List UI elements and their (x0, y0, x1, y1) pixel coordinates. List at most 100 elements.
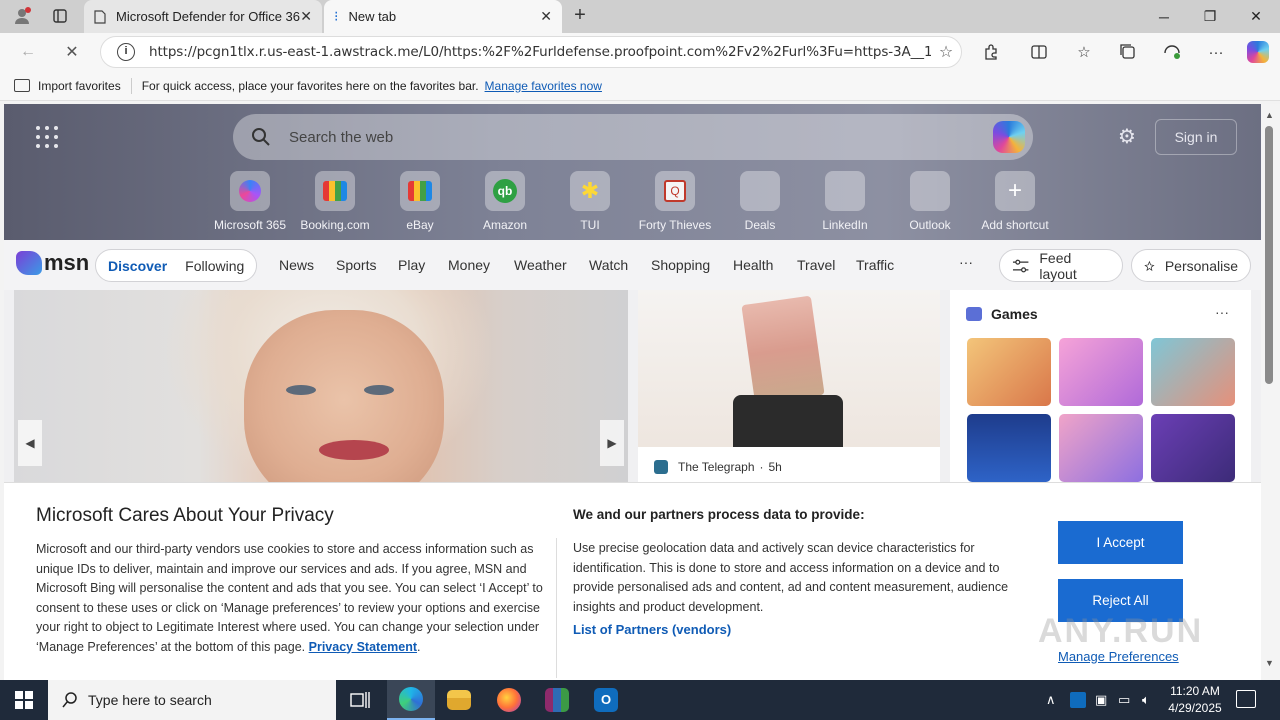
feed-layout-button[interactable]: Feed layout (999, 249, 1123, 282)
privacy-description: Microsoft and our third-party vendors us… (36, 542, 543, 654)
shortcut-label: LinkedIn (822, 218, 868, 232)
feed-layout-label: Feed layout (1039, 249, 1077, 282)
shortcut-forty-thieves[interactable]: Q Forty Thieves (635, 171, 715, 232)
game-tile[interactable] (1059, 338, 1143, 406)
winrar-icon[interactable] (533, 680, 581, 720)
collections-icon[interactable] (1115, 40, 1141, 64)
nav-play[interactable]: Play (398, 257, 425, 273)
split-screen-icon[interactable] (1026, 40, 1052, 64)
tab-new-tab[interactable]: ⁝ New tab ✕ (324, 0, 562, 33)
copilot-search-icon[interactable] (993, 121, 1025, 153)
partners-list-link[interactable]: List of Partners (vendors) (573, 622, 731, 637)
carousel-next-icon[interactable]: ▶ (600, 420, 624, 466)
manage-favorites-link[interactable]: Manage favorites now (485, 79, 602, 93)
privacy-statement-link[interactable]: Privacy Statement (309, 640, 417, 654)
more-menu-icon[interactable]: ··· (1203, 40, 1229, 64)
shortcut-linkedin[interactable]: LinkedIn (805, 171, 885, 232)
shortcut-tui[interactable]: ✱ TUI (550, 171, 630, 232)
news-source: The Telegraph · 5h (654, 460, 782, 474)
taskbar-search[interactable]: Type here to search (48, 680, 336, 720)
manage-preferences-link[interactable]: Manage Preferences (1058, 649, 1179, 664)
page-scrollbar[interactable]: ▲ ▼ (1261, 104, 1280, 680)
personalise-button[interactable]: Personalise (1131, 249, 1251, 282)
favorites-icon[interactable]: ☆ (1071, 40, 1097, 64)
system-clock[interactable]: 11:20 AM 4/29/2025 (1165, 683, 1225, 717)
nav-weather[interactable]: Weather (514, 257, 567, 273)
shortcut-amazon[interactable]: qb Amazon (465, 171, 545, 232)
close-tab-icon[interactable]: ✕ (540, 8, 552, 25)
shortcut-add[interactable]: + Add shortcut (975, 171, 1055, 232)
nav-traffic[interactable]: Traffic (856, 257, 894, 273)
web-search-box[interactable]: Search the web (233, 114, 1033, 160)
news-card[interactable]: The Telegraph · 5h (638, 290, 940, 490)
file-explorer-icon[interactable] (435, 680, 483, 720)
deals-icon (740, 171, 780, 211)
outlook-tray-icon[interactable] (1070, 680, 1086, 720)
edge-taskbar-icon[interactable] (387, 680, 435, 720)
show-hidden-icons[interactable]: ∧ (1046, 680, 1056, 720)
shortcut-booking[interactable]: Booking.com (295, 171, 375, 232)
nav-health[interactable]: Health (733, 257, 773, 273)
firefox-icon[interactable] (485, 680, 533, 720)
scrollbar-thumb[interactable] (1265, 126, 1273, 384)
nav-watch[interactable]: Watch (589, 257, 628, 273)
shortcut-deals[interactable]: Deals (720, 171, 800, 232)
scroll-up-icon[interactable]: ▲ (1265, 110, 1274, 120)
app-launcher-icon[interactable] (36, 126, 58, 148)
tab-defender[interactable]: Microsoft Defender for Office 365 ✕ (84, 0, 322, 33)
address-bar[interactable]: i https://pcgn1tlx.r.us-east-1.awstrack.… (100, 36, 962, 68)
start-button[interactable] (0, 680, 48, 720)
game-tile[interactable] (1059, 414, 1143, 482)
nav-news[interactable]: News (279, 257, 314, 273)
volume-icon[interactable]: 🔈︎ (1142, 680, 1150, 720)
notification-icon[interactable] (1236, 690, 1256, 708)
shortcut-outlook[interactable]: Outlook (890, 171, 970, 232)
top-story-card[interactable]: ◀ ▶ (14, 290, 628, 490)
network-icon[interactable]: ▭ (1118, 680, 1130, 720)
shortcut-label: eBay (406, 218, 434, 232)
minimize-button[interactable]: ─ (1141, 0, 1187, 33)
nav-travel[interactable]: Travel (797, 257, 835, 273)
tab-actions-icon[interactable] (47, 4, 73, 28)
page-icon (94, 9, 106, 24)
device-tray-icon[interactable]: ▣ (1095, 680, 1107, 720)
browser-essentials-icon[interactable] (1159, 40, 1185, 64)
favorite-star-icon[interactable]: ☆ (931, 42, 961, 62)
games-more-icon[interactable]: ··· (1215, 304, 1229, 320)
back-button[interactable]: ← (14, 39, 42, 65)
nav-sports[interactable]: Sports (336, 257, 376, 273)
profile-icon[interactable] (9, 4, 35, 28)
carousel-prev-icon[interactable]: ◀ (18, 420, 42, 466)
close-tab-icon[interactable]: ✕ (300, 8, 312, 25)
game-tile[interactable] (967, 338, 1051, 406)
game-tile[interactable] (1151, 414, 1235, 482)
game-tile[interactable] (967, 414, 1051, 482)
extensions-icon[interactable] (978, 40, 1004, 64)
accept-button[interactable]: I Accept (1058, 521, 1183, 564)
shortcut-label: Amazon (482, 218, 528, 232)
nav-shopping[interactable]: Shopping (651, 257, 710, 273)
site-info-icon[interactable]: i (117, 43, 135, 61)
task-view-icon[interactable] (336, 680, 384, 720)
stop-loading-button[interactable]: ✕ (58, 39, 86, 65)
msn-logo[interactable]: msn (16, 250, 89, 276)
scroll-down-icon[interactable]: ▼ (1265, 658, 1274, 668)
tab-title: Microsoft Defender for Office 365 (116, 9, 301, 24)
copilot-icon[interactable] (1245, 40, 1271, 64)
close-window-button[interactable]: ✕ (1233, 0, 1279, 33)
tab-discover[interactable]: Discover (108, 258, 167, 274)
games-header[interactable]: Games (966, 306, 1038, 322)
import-favorites-button[interactable]: Import favorites (14, 79, 121, 93)
outlook-taskbar-icon[interactable]: O (582, 680, 630, 720)
nav-money[interactable]: Money (448, 257, 490, 273)
sign-in-button[interactable]: Sign in (1155, 119, 1237, 155)
nav-more-icon[interactable]: ··· (959, 254, 973, 270)
games-icon (966, 307, 982, 321)
game-tile[interactable] (1151, 338, 1235, 406)
restore-button[interactable]: ❐ (1187, 0, 1233, 33)
tab-following[interactable]: Following (185, 258, 244, 274)
shortcut-microsoft-365[interactable]: Microsoft 365 (210, 171, 290, 232)
shortcut-ebay[interactable]: eBay (380, 171, 460, 232)
settings-gear-icon[interactable]: ⚙ (1116, 126, 1138, 148)
new-tab-button[interactable]: + (568, 4, 592, 28)
